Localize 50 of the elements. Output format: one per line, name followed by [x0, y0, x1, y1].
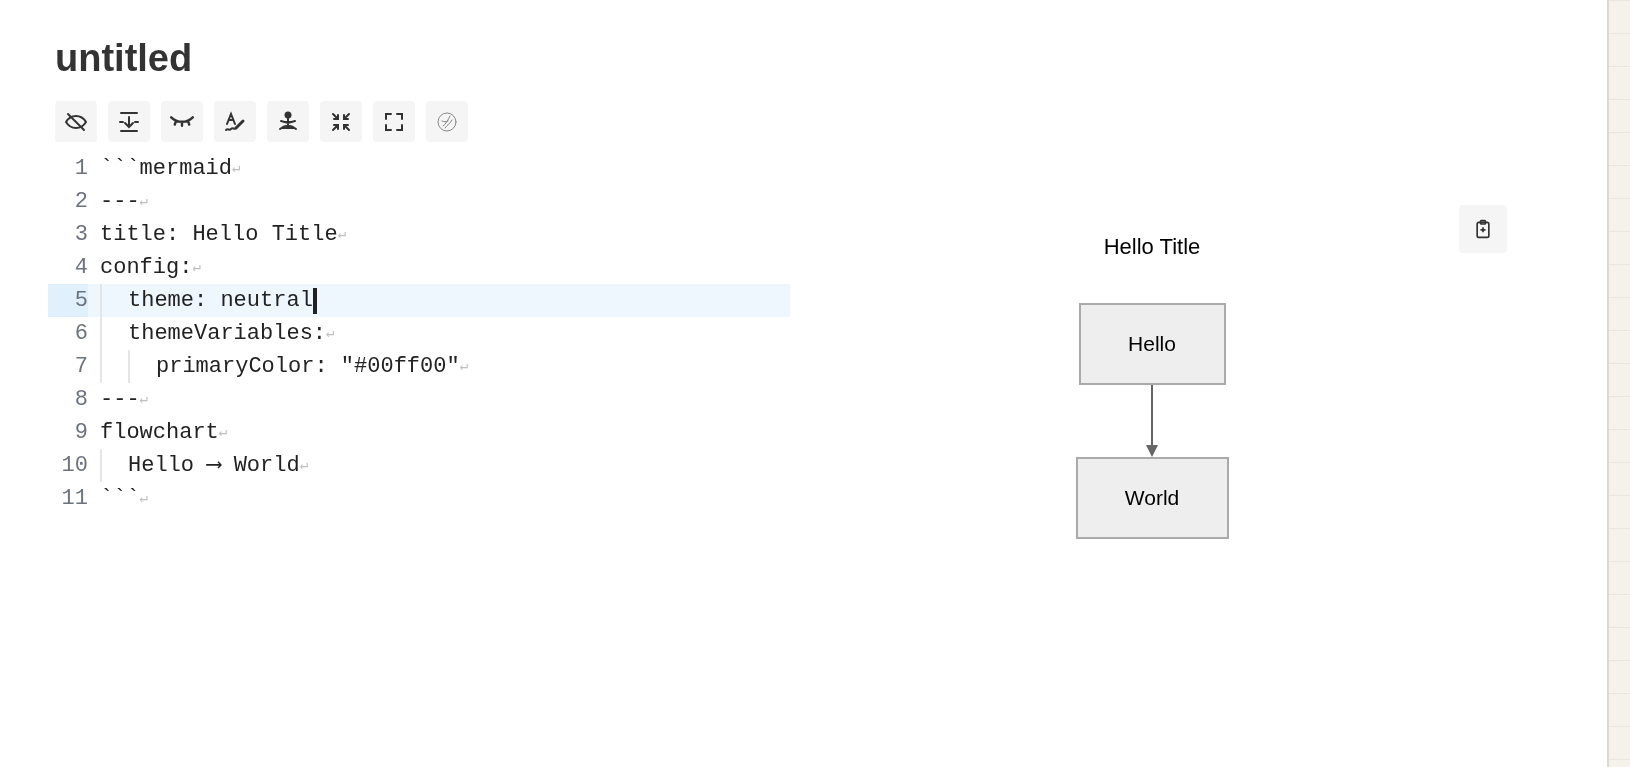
line-number: 1: [73, 155, 88, 183]
line-end-mark: ↵: [299, 457, 309, 475]
clipboard-plus-icon: [1473, 219, 1493, 239]
line-number: 6: [73, 320, 88, 348]
code-line: ```mermaid: [100, 155, 233, 183]
code-line: ---: [100, 386, 140, 414]
line-number: 3: [73, 221, 88, 249]
line-end-mark: ↵: [139, 192, 149, 211]
document-title: untitled: [55, 36, 194, 81]
line-number: 8: [73, 386, 88, 414]
toolbar-button[interactable]: [108, 101, 150, 142]
toolbar-button[interactable]: [373, 101, 415, 142]
code-line: themeVariables:: [128, 320, 327, 348]
line-number: 10: [60, 452, 88, 480]
text-cursor: [312, 287, 317, 314]
line-number: 11: [60, 485, 88, 513]
code-line: config:: [100, 254, 193, 282]
line-end-mark: ↵: [337, 226, 347, 244]
diagram-title: Hello Title: [1103, 233, 1201, 261]
flowchart-node: Hello: [1078, 303, 1226, 385]
line-number: 7: [73, 353, 88, 381]
line-number: 9: [73, 419, 88, 447]
code-line: flowchart: [100, 419, 219, 447]
toolbar-button[interactable]: [214, 101, 256, 142]
line-number: 4: [73, 254, 88, 282]
toolbar-button[interactable]: [55, 101, 97, 142]
toolbar-button[interactable]: [161, 101, 203, 142]
toolbar-button[interactable]: [267, 101, 309, 142]
line-end-mark: ↵: [192, 258, 201, 277]
download-icon: [117, 109, 141, 134]
line-number: 2: [73, 188, 88, 216]
code-line: ```: [100, 485, 140, 513]
line-end-mark: ↵: [232, 160, 241, 178]
line-end-mark: ↵: [459, 357, 469, 376]
line-end-mark: ↵: [326, 324, 335, 343]
sketch-icon: [435, 109, 459, 134]
code-line: title: Hello Title: [100, 221, 338, 249]
line-number: 5: [48, 284, 88, 317]
arrow-connector: [1145, 385, 1159, 457]
line-end-mark: ↵: [139, 390, 149, 409]
flowchart-node: World: [1075, 457, 1229, 539]
toolbar-button[interactable]: [320, 101, 362, 142]
code-line: ---: [100, 188, 140, 216]
code-line: theme: neutral: [128, 287, 313, 315]
code-line: primaryColor: "#00ff00": [156, 353, 460, 381]
line-end-mark: ↵: [218, 424, 228, 442]
code-line: Hello ⟶ World: [128, 452, 300, 480]
copy-button[interactable]: [1459, 205, 1507, 253]
closed-eye-icon: [170, 116, 194, 127]
line-end-mark: ↵: [139, 489, 149, 508]
